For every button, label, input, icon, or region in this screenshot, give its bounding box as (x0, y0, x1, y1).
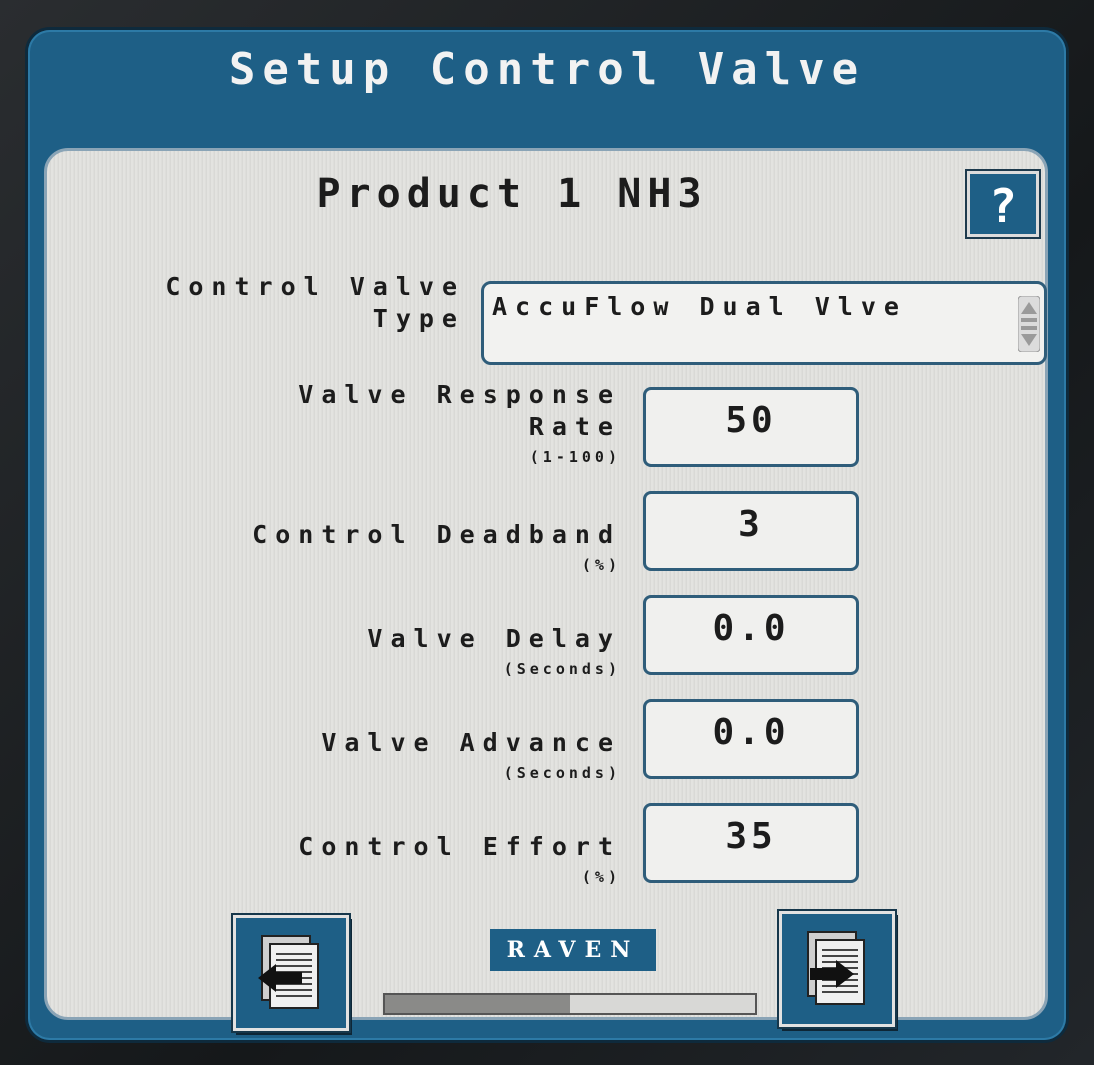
valve-delay-input[interactable]: 0.0 (643, 595, 859, 675)
control-valve-type-value: AccuFlow Dual Vlve (492, 292, 907, 321)
page-back-icon (258, 935, 319, 1009)
valve-advance-label-text: Valve Advance (321, 728, 621, 757)
valve-delay-unit: (Seconds) (503, 660, 621, 678)
raven-logo: RAVEN (490, 929, 656, 971)
valve-response-rate-label-line1: Valve Response (298, 380, 621, 409)
product-title: Product 1 NH3 (316, 171, 708, 217)
control-deadband-label: Control Deadband (%) (107, 519, 621, 575)
control-effort-label: Control Effort (%) (107, 831, 621, 887)
control-effort-unit: (%) (581, 868, 621, 886)
valve-advance-unit: (Seconds) (503, 764, 621, 782)
valve-delay-label-text: Valve Delay (367, 624, 621, 653)
page-title: Setup Control Valve (228, 44, 866, 95)
valve-response-rate-label: Valve Response Rate (1-100) (107, 379, 621, 467)
control-effort-input[interactable]: 35 (643, 803, 859, 883)
progress-bar-fill (385, 995, 570, 1013)
valve-advance-label: Valve Advance (Seconds) (107, 727, 621, 783)
updown-arrows-icon[interactable] (1018, 296, 1040, 352)
control-deadband-input[interactable]: 3 (643, 491, 859, 571)
settings-panel: Product 1 NH3 ? Control Valve Type AccuF… (44, 148, 1048, 1031)
control-valve-type-select[interactable]: AccuFlow Dual Vlve (481, 281, 1047, 365)
valve-response-rate-label-line2: Rate (528, 412, 621, 441)
valve-delay-label: Valve Delay (Seconds) (107, 623, 621, 679)
previous-page-button[interactable] (233, 915, 349, 1031)
control-deadband-unit: (%) (581, 556, 621, 574)
control-valve-type-label-line1: Control Valve (165, 272, 465, 301)
page-forward-icon (807, 931, 865, 1005)
control-deadband-label-text: Control Deadband (252, 520, 621, 549)
valve-response-rate-input[interactable]: 50 (643, 387, 859, 467)
valve-response-rate-unit: (1-100) (529, 448, 621, 466)
control-effort-label-text: Control Effort (298, 832, 621, 861)
screen: Setup Control Valve Product 1 NH3 ? Cont… (28, 30, 1066, 1040)
next-page-button[interactable] (779, 911, 895, 1027)
control-valve-type-label: Control Valve Type (67, 271, 465, 335)
help-button[interactable]: ? (967, 171, 1039, 237)
valve-advance-input[interactable]: 0.0 (643, 699, 859, 779)
control-valve-type-label-line2: Type (372, 304, 465, 333)
progress-bar (383, 993, 757, 1015)
